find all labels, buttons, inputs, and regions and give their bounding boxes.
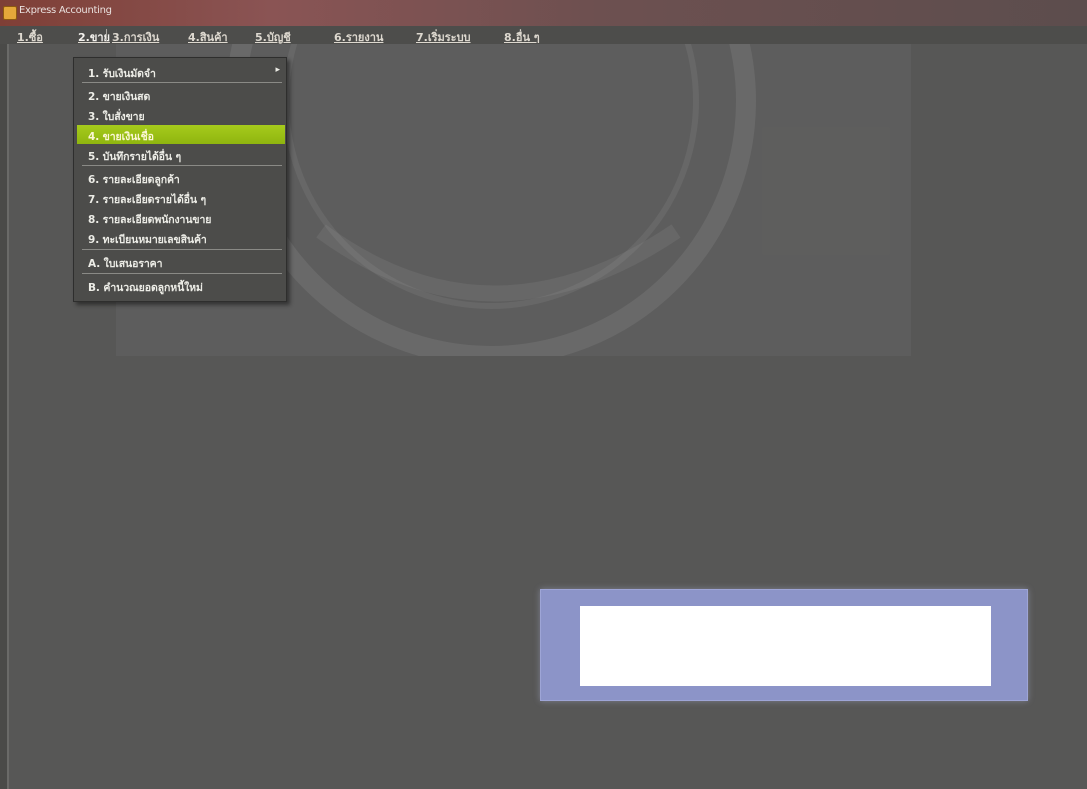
application-window: Express Accounting 1.ซื้อ 2.ขาย 3.การเงิ… [0,0,1087,789]
menu-item-other-income[interactable]: 5. บันทึกรายได้อื่น ๆ [74,145,286,164]
menu-item-customer-details[interactable]: 6. รายละเอียดลูกค้า [74,168,286,187]
popup-dialog [540,589,1028,701]
menu-finance[interactable]: 3.การเงิน [112,28,159,46]
menu-purchase[interactable]: 1.ซื้อ [17,28,43,46]
app-icon[interactable] [3,6,17,20]
menu-item-label: 3. ใบสั่งขาย [88,111,145,123]
window-title: Express Accounting [19,5,112,16]
menu-item-label: 4. ขายเงินเชื่อ [88,131,154,143]
menu-accounts[interactable]: 5.บัญชี [255,28,291,46]
menu-item-recalculate-receivables[interactable]: B. คำนวณยอดลูกหนี้ใหม่ [74,276,286,295]
menu-item-label: 7. รายละเอียดรายได้อื่น ๆ [88,194,207,206]
menu-item-deposit[interactable]: 1. รับเงินมัดจำ ▸ [74,62,286,81]
menu-item-label: 6. รายละเอียดลูกค้า [88,174,180,186]
menu-reports[interactable]: 6.รายงาน [334,28,383,46]
menu-item-label: 8. รายละเอียดพนักงานขาย [88,214,212,226]
sales-dropdown-menu: 1. รับเงินมัดจำ ▸ 2. ขายเงินสด 3. ใบสั่ง… [73,57,287,302]
menu-inventory[interactable]: 4.สินค้า [188,28,228,46]
menu-item-credit-sale[interactable]: 4. ขายเงินเชื่อ [77,125,285,144]
dialog-content-area [580,606,991,686]
menu-divider [82,249,282,250]
menu-item-label: B. คำนวณยอดลูกหนี้ใหม่ [88,282,203,294]
menu-divider [82,165,282,166]
menu-item-label: 9. ทะเบียนหมายเลขสินค้า [88,234,207,246]
menu-others[interactable]: 8.อื่น ๆ [504,28,540,46]
menu-setup[interactable]: 7.เริ่มระบบ [416,28,471,46]
menu-item-label: 5. บันทึกรายได้อื่น ๆ [88,151,182,163]
menu-item-label: A. ใบเสนอราคา [88,258,163,270]
menu-item-cash-sale[interactable]: 2. ขายเงินสด [74,85,286,104]
menu-divider [82,273,282,274]
left-window-border-highlight [7,44,9,789]
menu-item-label: 2. ขายเงินสด [88,91,151,103]
menu-item-label: 1. รับเงินมัดจำ [88,68,156,80]
menu-item-other-income-details[interactable]: 7. รายละเอียดรายได้อื่น ๆ [74,188,286,207]
title-bar[interactable]: Express Accounting [0,0,1087,26]
submenu-arrow-icon: ▸ [275,65,280,75]
menu-separator [106,29,107,41]
menu-divider [82,82,282,83]
menu-item-salesperson-details[interactable]: 8. รายละเอียดพนักงานขาย [74,208,286,227]
menu-bar: 1.ซื้อ 2.ขาย 3.การเงิน 4.สินค้า 5.บัญชี … [0,26,1087,44]
left-window-border [0,44,7,789]
menu-item-sales-order[interactable]: 3. ใบสั่งขาย [74,105,286,124]
menu-item-quotation[interactable]: A. ใบเสนอราคา [74,252,286,271]
menu-item-product-serial-register[interactable]: 9. ทะเบียนหมายเลขสินค้า [74,228,286,247]
